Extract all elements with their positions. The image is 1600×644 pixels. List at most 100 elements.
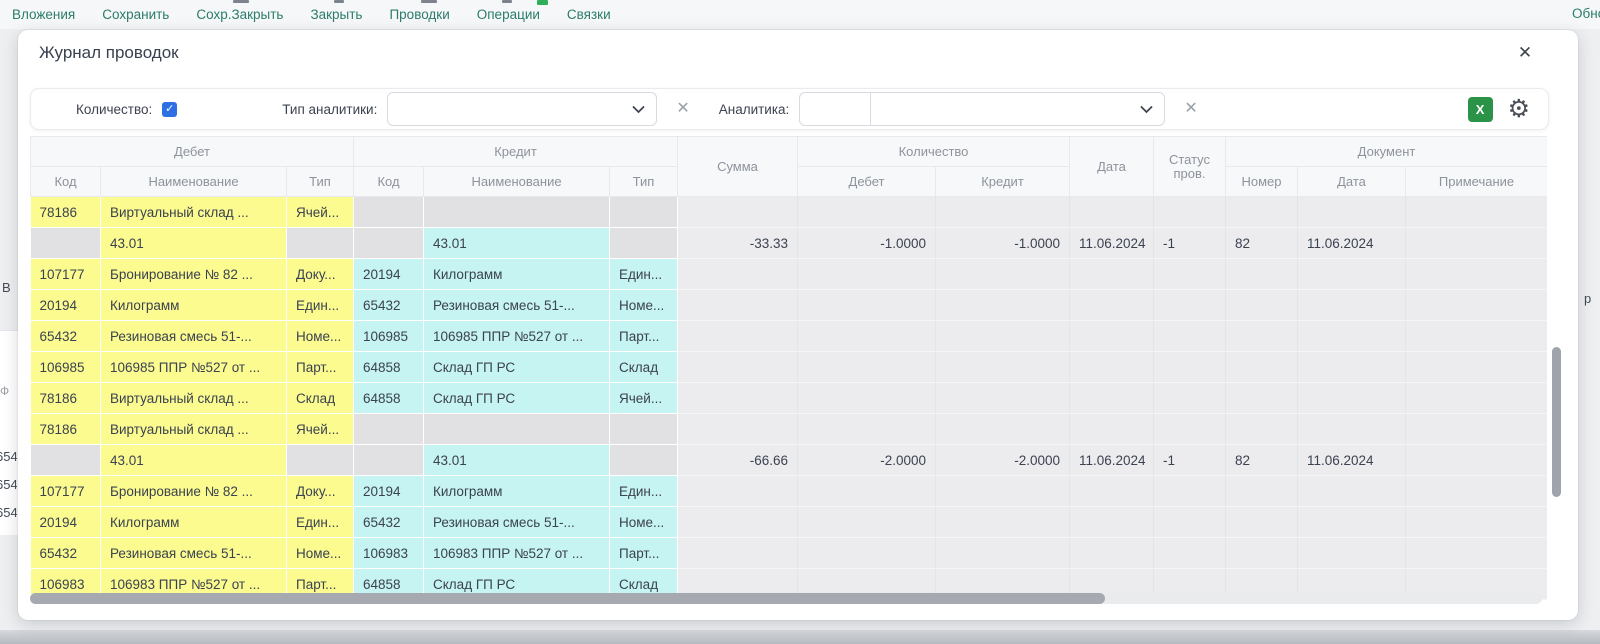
cell[interactable]: 11.06.2024	[1070, 228, 1154, 259]
cell[interactable]	[1298, 197, 1406, 228]
cell[interactable]	[1070, 538, 1154, 569]
cell[interactable]	[798, 259, 936, 290]
cell[interactable]: 106985 ППР №527 от ...	[101, 352, 287, 383]
column-header-credit-name[interactable]: Наименование	[424, 167, 610, 197]
analytics-type-select[interactable]	[387, 92, 657, 126]
cell[interactable]	[1226, 414, 1298, 445]
cell[interactable]	[1154, 383, 1226, 414]
cell[interactable]: 82	[1226, 228, 1298, 259]
gear-icon[interactable]: ⚙	[1508, 97, 1530, 122]
cell[interactable]: Килограмм	[424, 259, 610, 290]
cell[interactable]: Резиновая смесь 51-...	[101, 538, 287, 569]
cell[interactable]: 43.01	[101, 228, 287, 259]
cell[interactable]	[1070, 321, 1154, 352]
cell[interactable]: Парт...	[610, 538, 678, 569]
cell[interactable]: Доку...	[287, 259, 354, 290]
group-header-debit[interactable]: Дебет	[31, 137, 354, 167]
cell[interactable]: 78186	[31, 197, 101, 228]
column-header-credit-type[interactable]: Тип	[610, 167, 678, 197]
cell[interactable]	[798, 476, 936, 507]
cell[interactable]	[1154, 321, 1226, 352]
cell[interactable]	[1226, 259, 1298, 290]
cell[interactable]	[798, 383, 936, 414]
cell[interactable]	[287, 445, 354, 476]
cell[interactable]: 65432	[31, 321, 101, 352]
cell[interactable]: Бронирование № 82 ...	[101, 259, 287, 290]
cell[interactable]	[1406, 290, 1548, 321]
group-header-credit[interactable]: Кредит	[354, 137, 678, 167]
table-row[interactable]: 65432Резиновая смесь 51-...Номе...106983…	[31, 538, 1548, 569]
clear-analytics-icon[interactable]: ✕	[1184, 101, 1197, 117]
cell[interactable]: Склад	[610, 352, 678, 383]
cell[interactable]: 20194	[31, 507, 101, 538]
summary-row[interactable]: 43.0143.01-33.33-1.0000-1.000011.06.2024…	[31, 228, 1548, 259]
cell[interactable]	[1154, 476, 1226, 507]
cell[interactable]: Виртуальный склад ...	[101, 414, 287, 445]
cell[interactable]	[678, 321, 798, 352]
cell[interactable]: 43.01	[101, 445, 287, 476]
cell[interactable]	[936, 352, 1070, 383]
column-header-credit-code[interactable]: Код	[354, 167, 424, 197]
cell[interactable]: -1	[1154, 445, 1226, 476]
cell[interactable]	[424, 197, 610, 228]
cell[interactable]: Номе...	[610, 290, 678, 321]
table-row[interactable]: 20194КилограммЕдин...65432Резиновая смес…	[31, 507, 1548, 538]
horizontal-scrollbar-thumb[interactable]	[30, 593, 1105, 604]
cell[interactable]	[354, 445, 424, 476]
cell[interactable]	[936, 414, 1070, 445]
cell[interactable]	[1154, 538, 1226, 569]
cell[interactable]	[1298, 290, 1406, 321]
cell[interactable]	[1154, 352, 1226, 383]
column-header-doc-date[interactable]: Дата	[1298, 167, 1406, 197]
clear-analytics-type-icon[interactable]: ✕	[676, 101, 689, 117]
cell[interactable]: Килограмм	[424, 476, 610, 507]
table-row[interactable]: 65432Резиновая смесь 51-...Номе...106985…	[31, 321, 1548, 352]
cell[interactable]: 43.01	[424, 228, 610, 259]
excel-export-icon[interactable]: X	[1468, 97, 1493, 122]
cell[interactable]: 65432	[354, 290, 424, 321]
cell[interactable]	[1406, 197, 1548, 228]
column-header-qty-debit[interactable]: Дебет	[798, 167, 936, 197]
menu-item[interactable]: Проводки	[389, 7, 449, 22]
cell[interactable]	[1406, 228, 1548, 259]
cell[interactable]	[31, 445, 101, 476]
quantity-checkbox[interactable]: ✓	[162, 102, 177, 117]
cell[interactable]	[1070, 352, 1154, 383]
cell[interactable]	[1070, 259, 1154, 290]
table-row[interactable]: 107177Бронирование № 82 ...Доку...20194К…	[31, 476, 1548, 507]
cell[interactable]	[798, 414, 936, 445]
cell[interactable]: Склад ГП РС	[424, 352, 610, 383]
column-header-note[interactable]: Примечание	[1406, 167, 1548, 197]
cell[interactable]	[678, 538, 798, 569]
menu-item[interactable]: Закрыть	[310, 7, 362, 22]
cell[interactable]: 11.06.2024	[1070, 445, 1154, 476]
cell[interactable]: Склад ГП РС	[424, 383, 610, 414]
menu-item[interactable]: Вложения	[12, 7, 75, 22]
cell[interactable]	[354, 228, 424, 259]
cell[interactable]	[610, 197, 678, 228]
cell[interactable]	[1226, 476, 1298, 507]
horizontal-scrollbar[interactable]	[30, 593, 1542, 604]
cell[interactable]	[1154, 259, 1226, 290]
cell[interactable]: Номе...	[287, 538, 354, 569]
table-row[interactable]: 20194КилограммЕдин...65432Резиновая смес…	[31, 290, 1548, 321]
cell[interactable]: 78186	[31, 414, 101, 445]
cell[interactable]	[1226, 290, 1298, 321]
table-row[interactable]: 78186Виртуальный склад ...Склад64858Скла…	[31, 383, 1548, 414]
cell[interactable]	[1406, 321, 1548, 352]
column-header-sum[interactable]: Сумма	[678, 137, 798, 197]
cell[interactable]: -2.0000	[798, 445, 936, 476]
cell[interactable]	[1298, 507, 1406, 538]
summary-row[interactable]: 43.0143.01-66.66-2.0000-2.000011.06.2024…	[31, 445, 1548, 476]
cell[interactable]	[678, 290, 798, 321]
cell[interactable]: 65432	[31, 538, 101, 569]
cell[interactable]	[1070, 290, 1154, 321]
cell[interactable]	[1226, 197, 1298, 228]
cell[interactable]: Килограмм	[101, 507, 287, 538]
cell[interactable]	[1070, 476, 1154, 507]
cell[interactable]	[610, 228, 678, 259]
cell[interactable]	[678, 197, 798, 228]
cell[interactable]: 20194	[354, 259, 424, 290]
cell[interactable]: 64858	[354, 383, 424, 414]
column-header-qty-credit[interactable]: Кредит	[936, 167, 1070, 197]
